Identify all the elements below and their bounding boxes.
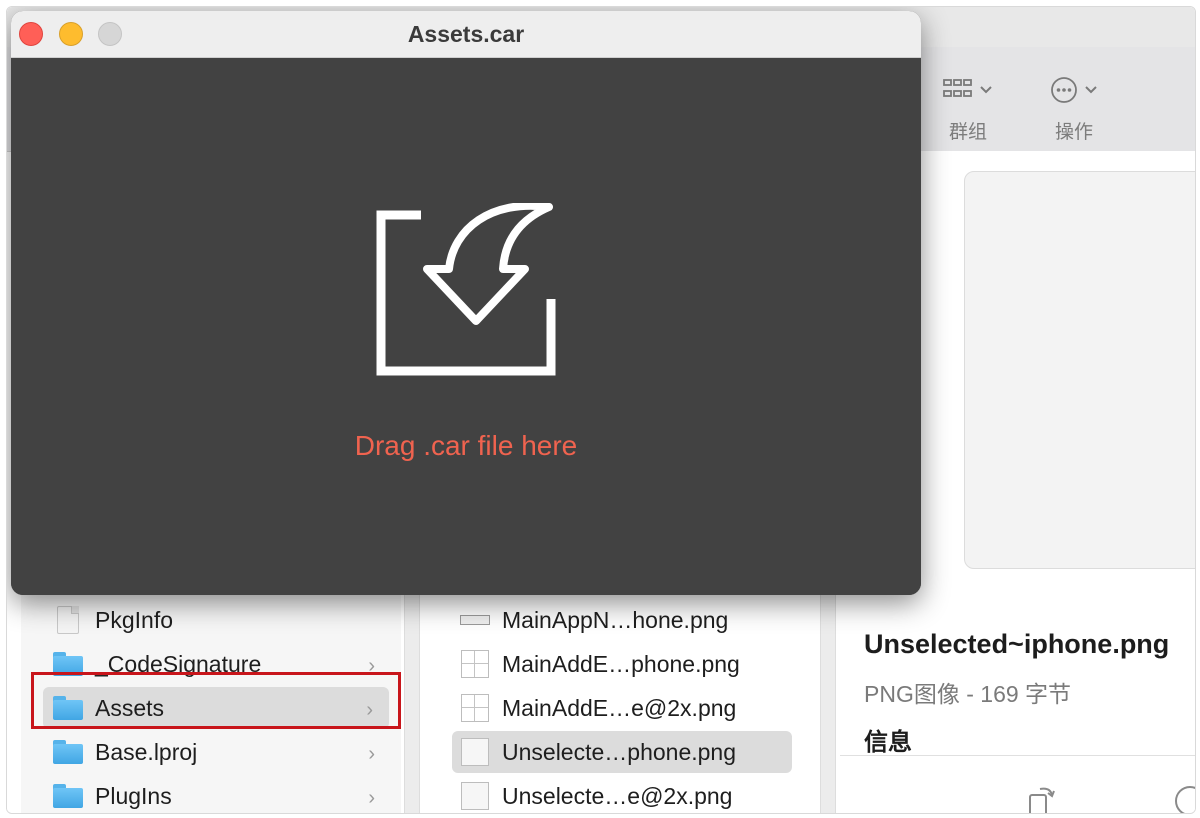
list-item-label: MainAddE…phone.png: [502, 650, 740, 677]
screen-frame: 群组 操作 PkgInfo _CodeSignature › Assets › …: [6, 6, 1196, 814]
list-item[interactable]: PkgInfo: [51, 599, 173, 641]
group-grid-icon: [943, 79, 972, 97]
chevron-down-icon: [980, 86, 992, 94]
ellipsis-circle-icon: [1051, 77, 1077, 103]
preview-subtitle: PNG图像 - 169 字节: [864, 681, 1072, 707]
list-item-label: PlugIns: [95, 782, 172, 809]
list-item[interactable]: MainAddE…e@2x.png: [458, 687, 736, 729]
import-arrow-icon: [376, 203, 556, 376]
list-item[interactable]: Unselecte…e@2x.png: [458, 775, 733, 813]
action-button[interactable]: 操作: [1029, 75, 1119, 144]
app-titlebar: Assets.car: [11, 11, 921, 58]
chevron-down-icon: [1085, 86, 1097, 94]
list-item-label: Unselecte…e@2x.png: [502, 782, 733, 809]
group-button[interactable]: 群组: [923, 75, 1013, 144]
folder-icon: [53, 784, 83, 808]
list-item-label: PkgInfo: [95, 606, 173, 633]
folder-icon: [53, 740, 83, 764]
png-grid-icon: [461, 694, 489, 722]
info-heading: 信息: [864, 729, 912, 756]
list-item[interactable]: Base.lproj ›: [51, 731, 391, 773]
preview-title: Unselected~iphone.png: [864, 629, 1170, 659]
app-window: Assets.car Drag .car file here: [11, 11, 921, 595]
list-item[interactable]: MainAppN…hone.png: [458, 599, 728, 641]
drop-zone[interactable]: Drag .car file here: [11, 58, 921, 595]
rotate-icon[interactable]: [1026, 783, 1060, 814]
png-blank-icon: [461, 738, 489, 766]
group-label: 群组: [948, 122, 987, 143]
divider: [840, 755, 1195, 756]
action-label: 操作: [1054, 122, 1093, 143]
list-item-selected[interactable]: Unselecte…phone.png: [452, 731, 792, 773]
png-blank-icon: [461, 782, 489, 810]
png-wide-icon: [460, 615, 490, 625]
png-grid-icon: [461, 650, 489, 678]
list-item-label: Unselecte…phone.png: [502, 738, 736, 765]
list-item[interactable]: MainAddE…phone.png: [458, 643, 740, 685]
markup-icon[interactable]: [1170, 783, 1195, 814]
window-title: Assets.car: [407, 21, 525, 47]
list-item[interactable]: PlugIns ›: [51, 775, 391, 813]
chevron-right-icon: ›: [368, 787, 375, 809]
list-item-label: MainAddE…e@2x.png: [502, 694, 737, 721]
list-item-label: MainAppN…hone.png: [502, 606, 729, 633]
document-icon: [57, 606, 79, 634]
chevron-right-icon: ›: [368, 743, 375, 765]
list-item-label: Base.lproj: [95, 738, 198, 765]
preview-thumbnail: [964, 171, 1195, 569]
drop-prompt: Drag .car file here: [354, 430, 578, 461]
highlight-annotation: [31, 672, 401, 729]
